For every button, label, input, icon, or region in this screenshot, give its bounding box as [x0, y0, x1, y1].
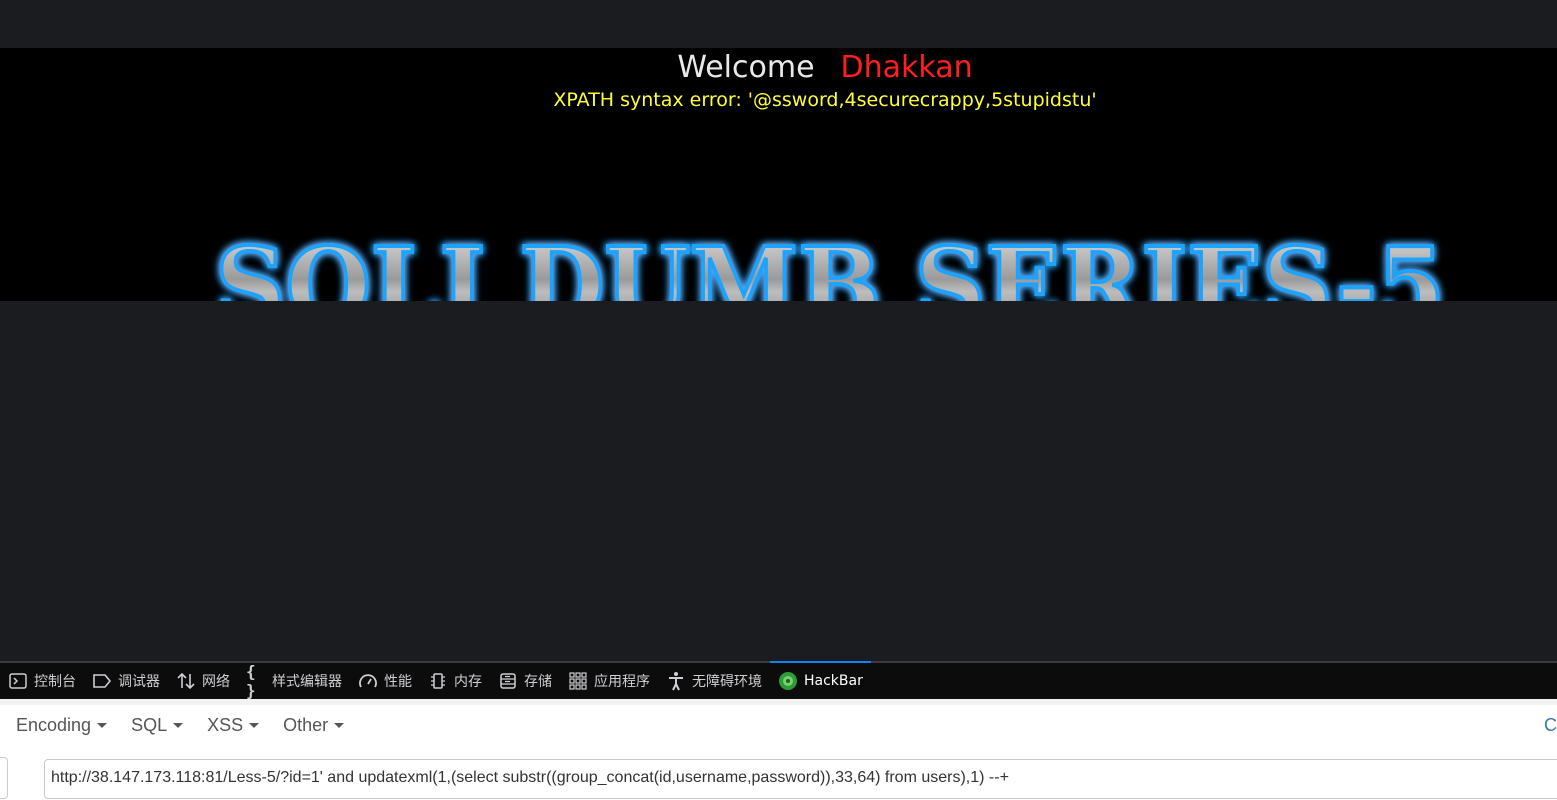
tab-performance-label: 性能	[384, 674, 412, 690]
tab-debugger[interactable]: 调试器	[84, 663, 168, 699]
url-input[interactable]: http://38.147.173.118:81/Less-5/?id=1' a…	[44, 759, 1557, 799]
caret-down-icon	[249, 722, 260, 728]
tab-hackbar-label: HackBar	[804, 673, 863, 689]
other-menu-label: Other	[283, 714, 329, 735]
welcome-name: Dhakkan	[840, 50, 973, 85]
tab-console-label: 控制台	[34, 674, 76, 690]
performance-icon	[358, 671, 378, 691]
error-message: XPATH syntax error: '@ssword,4securecrap…	[553, 89, 1097, 111]
hackbar-toolbar: Encoding SQL XSS Other C	[0, 705, 1557, 746]
encoding-menu-label: Encoding	[16, 714, 92, 735]
tab-storage-label: 存储	[524, 674, 552, 690]
tab-accessibility[interactable]: 无障碍环境	[658, 663, 770, 699]
tab-memory[interactable]: 内存	[420, 663, 490, 699]
console-icon	[8, 671, 28, 691]
tab-memory-label: 内存	[454, 674, 482, 690]
xss-menu-label: XSS	[207, 714, 244, 735]
devtools-tab-bar: 控制台 调试器 网络 { } 样式编辑器 性能 内存 存储 应用程序 无障碍环境…	[0, 661, 1557, 700]
application-icon	[568, 671, 588, 691]
welcome-line: Welcome Dhakkan	[0, 50, 1557, 85]
tab-style-editor-label: 样式编辑器	[272, 674, 342, 690]
tab-application-label: 应用程序	[594, 674, 650, 690]
caret-down-icon	[97, 722, 108, 728]
tab-application[interactable]: 应用程序	[560, 663, 658, 699]
accessibility-icon	[666, 671, 686, 691]
memory-icon	[428, 671, 448, 691]
tab-debugger-label: 调试器	[118, 674, 160, 690]
tab-storage[interactable]: 存储	[490, 663, 560, 699]
tab-hackbar[interactable]: HackBar	[770, 661, 871, 699]
welcome-label: Welcome	[677, 50, 815, 85]
sql-menu-label: SQL	[131, 714, 168, 735]
caret-down-icon	[334, 722, 345, 728]
tab-accessibility-label: 无障碍环境	[692, 674, 762, 690]
tab-performance[interactable]: 性能	[350, 663, 420, 699]
page-banner: SQLI DUMB SERIES-5	[0, 48, 1557, 348]
hackbar-icon	[778, 671, 798, 691]
network-icon	[176, 671, 196, 691]
style-editor-icon: { }	[246, 662, 256, 700]
sql-menu[interactable]: SQL	[123, 715, 191, 736]
xss-menu[interactable]: XSS	[199, 715, 267, 736]
caret-down-icon	[173, 722, 184, 728]
debugger-icon	[92, 671, 112, 691]
browser-top-area	[0, 0, 1557, 48]
page-content-area	[0, 301, 1557, 662]
tab-style-editor[interactable]: { } 样式编辑器	[238, 662, 350, 700]
other-menu[interactable]: Other	[275, 715, 352, 736]
tab-network-label: 网络	[202, 674, 230, 690]
storage-icon	[498, 671, 518, 691]
hackbar-side-button[interactable]	[0, 757, 8, 799]
tab-network[interactable]: 网络	[168, 663, 238, 699]
hackbar-right-link[interactable]: C	[1544, 715, 1557, 736]
encoding-menu[interactable]: Encoding	[8, 715, 115, 736]
tab-console[interactable]: 控制台	[0, 663, 84, 699]
